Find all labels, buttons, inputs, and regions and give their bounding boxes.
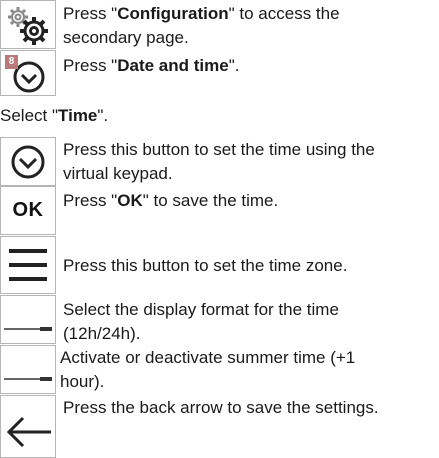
step-text: Press "Configuration" to access the seco… — [63, 4, 340, 47]
ok-icon-box: OK — [0, 186, 56, 235]
keyword: OK — [117, 191, 143, 210]
toggle-icon — [4, 376, 52, 381]
step-text: Select the display format for the time (1… — [63, 300, 339, 343]
step-text: Press "Date and time". — [63, 56, 240, 75]
select-time-instruction: Select "Time". — [0, 106, 109, 125]
ok-icon: OK — [12, 199, 44, 221]
step-text: Activate or deactivate summer time (+1 ho… — [60, 348, 356, 391]
clock-icon-box: 8 — [0, 50, 56, 96]
step-text: Press the back arrow to save the setting… — [63, 398, 379, 417]
step-text: Press "OK" to save the time. — [63, 191, 279, 210]
toggle-icon-box — [0, 295, 56, 344]
keyword: Configuration — [117, 4, 229, 23]
page-badge: 8 — [5, 55, 18, 69]
keypad-icon-box — [0, 137, 56, 186]
gear-icon-box — [0, 0, 56, 49]
step-text: Press this button to set the time zone. — [63, 256, 348, 275]
keyword: Time — [58, 106, 98, 125]
toggle-icon-box — [0, 345, 56, 394]
menu-icon — [9, 249, 47, 281]
step-text: Press this button to set the time using … — [63, 140, 375, 183]
back-arrow-icon — [6, 416, 51, 447]
back-arrow-icon-box — [0, 395, 56, 458]
gear-icon — [8, 6, 48, 45]
chevron-down-circle-icon — [11, 145, 45, 178]
toggle-icon — [4, 326, 52, 331]
keyword: Date and time — [117, 56, 229, 75]
menu-icon-box — [0, 236, 56, 294]
